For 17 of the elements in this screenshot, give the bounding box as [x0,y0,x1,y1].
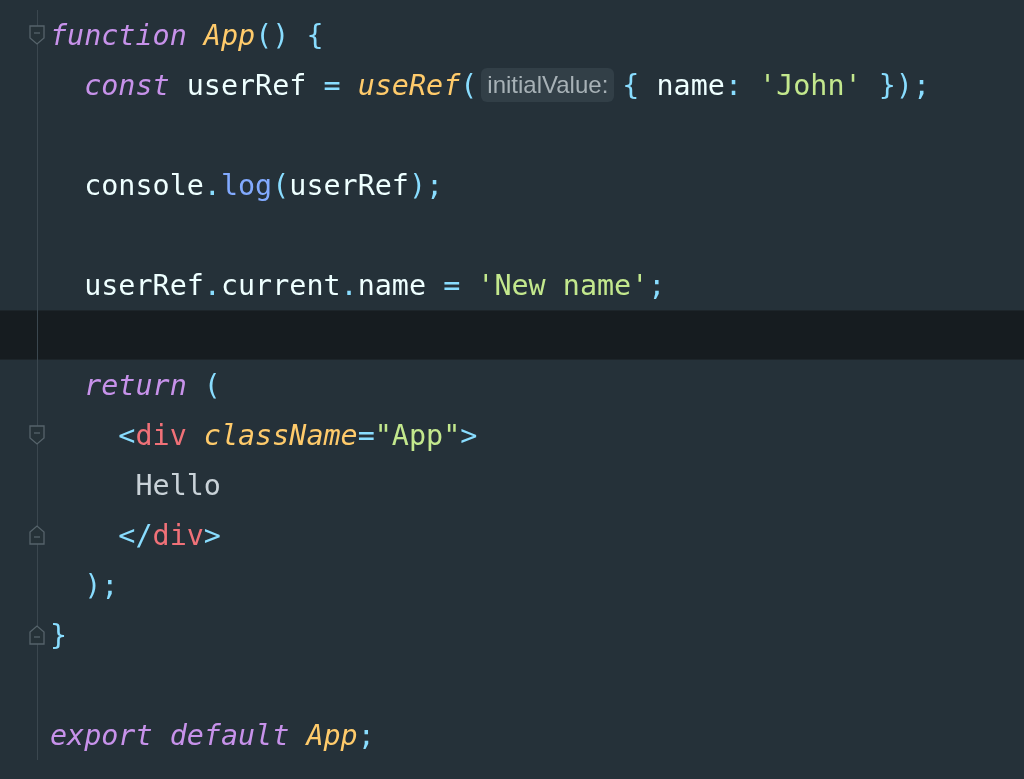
code-text: ); [83,568,119,602]
code-text: return ( [83,368,221,402]
code-text: export default App; [50,718,375,752]
fold-collapse-icon[interactable] [29,425,45,445]
code-text: userRef.current.name = 'New name'; [83,268,666,302]
fold-collapse-icon[interactable] [29,25,45,45]
code-text: Hello [134,468,221,502]
code-text: </div> [117,518,221,552]
inlay-hint: initialValue: [481,68,615,102]
code-text: const userRef = useRef( [83,68,478,102]
code-text: { name: 'John' }); [622,68,930,102]
code-text: function App() { [50,18,324,52]
fold-end-icon[interactable] [29,625,45,645]
code-text: } [50,618,68,652]
fold-end-icon[interactable] [29,525,45,545]
code-text: console.log(userRef); [83,168,444,202]
code-text: <div className="App"> [117,418,478,452]
